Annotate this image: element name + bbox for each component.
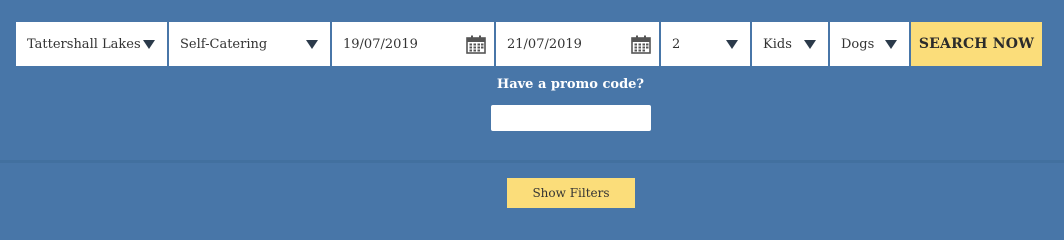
chevron-down-icon xyxy=(306,39,318,49)
promo-code-input[interactable] xyxy=(491,105,651,131)
chevron-down-icon xyxy=(143,39,155,49)
section-divider xyxy=(0,160,1064,163)
adults-value: 2 xyxy=(672,36,681,52)
departure-date-field[interactable]: 21/07/2019 xyxy=(496,22,661,66)
location-select[interactable]: Tattershall Lakes xyxy=(16,22,169,66)
calendar-icon[interactable] xyxy=(466,35,486,54)
location-value: Tattershall Lakes xyxy=(27,36,141,52)
chevron-down-icon xyxy=(726,39,738,49)
arrival-date-field[interactable]: 19/07/2019 xyxy=(332,22,496,66)
search-bar: Tattershall Lakes Self-Catering 19/07/20… xyxy=(16,22,1042,66)
kids-value: Kids xyxy=(763,36,792,52)
dogs-select[interactable]: Dogs xyxy=(830,22,911,66)
dogs-value: Dogs xyxy=(841,36,875,52)
show-filters-button[interactable]: Show Filters xyxy=(507,178,635,208)
calendar-icon[interactable] xyxy=(631,35,651,54)
arrival-date-value: 19/07/2019 xyxy=(343,36,418,52)
search-panel: Tattershall Lakes Self-Catering 19/07/20… xyxy=(0,0,1064,218)
accommodation-type-select[interactable]: Self-Catering xyxy=(169,22,332,66)
chevron-down-icon xyxy=(885,39,897,49)
chevron-down-icon xyxy=(804,39,816,49)
search-now-button[interactable]: SEARCH NOW xyxy=(911,22,1042,66)
kids-select[interactable]: Kids xyxy=(752,22,830,66)
adults-select[interactable]: 2 xyxy=(661,22,752,66)
accommodation-type-value: Self-Catering xyxy=(180,36,268,52)
promo-code-label: Have a promo code? xyxy=(496,77,645,92)
departure-date-value: 21/07/2019 xyxy=(507,36,582,52)
